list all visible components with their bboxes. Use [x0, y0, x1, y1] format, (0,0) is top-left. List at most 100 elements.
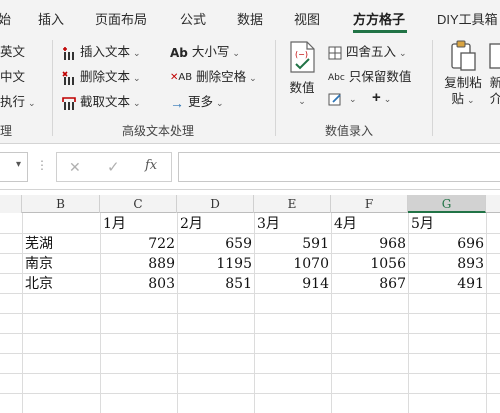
case-label: 大小写	[191, 45, 230, 59]
text-group-label: 高级文本处理	[122, 124, 195, 138]
execute-button[interactable]: 执行 ⌄	[0, 91, 36, 110]
active-tab-indicator	[353, 30, 407, 33]
chevron-down-icon: ⌄	[133, 48, 141, 58]
tab-formulas[interactable]: 公式	[180, 9, 206, 28]
plus-dropdown-button[interactable]: + ⌄	[372, 89, 391, 106]
copy-paste-label: 复制粘	[444, 76, 482, 90]
group-separator	[52, 40, 53, 136]
cell-g1-month[interactable]: 5月	[411, 214, 434, 234]
extract-text-label: 截取文本	[80, 95, 131, 109]
cell-value[interactable]: 1070	[254, 254, 329, 274]
chevron-down-icon: ⌄	[349, 94, 357, 104]
insert-text-icon	[63, 46, 74, 60]
cell-d1-month[interactable]: 2月	[180, 214, 203, 234]
case-button[interactable]: Ab 大小写 ⌄	[170, 41, 240, 60]
column-header-row: B C D E F G	[0, 195, 500, 213]
chinese-button[interactable]: 中文	[0, 66, 25, 85]
cell-value[interactable]: 893	[408, 254, 484, 274]
column-header-h[interactable]	[486, 195, 500, 213]
keep-numbers-label: 只保留数值	[348, 70, 412, 84]
delete-text-button[interactable]: 删除文本 ⌄	[62, 66, 141, 85]
insert-text-button[interactable]: 插入文本 ⌄	[62, 41, 141, 60]
cell-value[interactable]: 659	[177, 234, 252, 254]
tab-fangfanggezi[interactable]: 方方格子	[353, 9, 405, 28]
remove-spaces-button[interactable]: ✕AB 删除空格 ⌄	[170, 66, 257, 85]
plus-icon: +	[372, 89, 381, 106]
chevron-down-icon: ⌄	[399, 48, 407, 58]
tab-diy-toolbox[interactable]: DIY工具箱	[437, 9, 498, 28]
column-header-c[interactable]: C	[100, 195, 177, 213]
tab-insert[interactable]: 插入	[38, 9, 64, 28]
cell-value[interactable]: 1056	[331, 254, 406, 274]
name-box[interactable]: ▾	[0, 152, 28, 182]
formula-bar-grip-icon[interactable]: ⋮	[36, 158, 48, 172]
column-header-b[interactable]: B	[22, 195, 100, 213]
extract-text-icon	[62, 96, 76, 110]
namebox-dropdown-icon[interactable]: ▾	[16, 159, 21, 170]
cell-e1-month[interactable]: 3月	[257, 214, 280, 234]
numeric-value-icon: (−)	[290, 41, 315, 73]
ribbon-panel: 英文 中文 执行 ⌄ 理 插入文本 ⌄ 删除文本 ⌄ 截取文本 ⌄ Ab 大小写 ⌄ ✕AB…	[0, 36, 500, 144]
cell-value[interactable]: 968	[331, 234, 406, 254]
cell-value[interactable]: 889	[100, 254, 175, 274]
copy-paste-button[interactable]: 复制粘 贴 ⌄	[440, 40, 486, 108]
numeric-value-label: 数值	[289, 81, 315, 95]
new-label-2: 介	[489, 92, 500, 106]
row-header-corner[interactable]	[0, 195, 22, 213]
spreadsheet-grid: B C D E F G 1月 2月 3月 4月 5月 芜湖 722 659 59…	[0, 195, 500, 413]
cell-city[interactable]: 南京	[25, 254, 53, 274]
cancel-icon[interactable]: ✕	[69, 159, 81, 176]
column-header-f[interactable]: F	[331, 195, 408, 213]
clipboard-icon	[451, 40, 476, 71]
cell-value[interactable]: 914	[254, 274, 329, 294]
new-button[interactable]: 新 介	[486, 40, 500, 107]
chevron-down-icon: ⌄	[249, 73, 257, 83]
cell-city[interactable]: 芜湖	[25, 234, 53, 254]
tab-view[interactable]: 视图	[294, 9, 320, 28]
group-separator	[275, 40, 276, 136]
keep-numbers-button[interactable]: Abc 只保留数值	[328, 66, 411, 85]
cell-value[interactable]: 851	[177, 274, 252, 294]
cell-value[interactable]: 696	[408, 234, 484, 254]
round-button[interactable]: 四舍五入 ⌄	[328, 41, 407, 60]
round-label: 四舍五入	[346, 45, 397, 59]
remove-spaces-label: 删除空格	[196, 70, 247, 84]
extract-text-button[interactable]: 截取文本 ⌄	[62, 91, 141, 110]
more-button[interactable]: → 更多 ⌄	[170, 91, 224, 111]
tab-data[interactable]: 数据	[237, 9, 263, 28]
enter-icon[interactable]: ✓	[107, 158, 120, 176]
numeric-group-label: 数值录入	[325, 124, 374, 138]
copy-paste-label-2: 贴 ⌄	[451, 92, 475, 106]
cell-value[interactable]: 1195	[177, 254, 252, 274]
chevron-down-icon: ⌄	[133, 98, 141, 108]
delete-text-label: 删除文本	[80, 70, 131, 84]
execute-label: 执行	[0, 95, 26, 109]
column-header-d[interactable]: D	[177, 195, 254, 213]
cell-c1-month[interactable]: 1月	[103, 214, 126, 234]
formula-input[interactable]	[178, 152, 500, 182]
english-button[interactable]: 英文	[0, 41, 25, 60]
column-header-g[interactable]: G	[408, 195, 486, 213]
cell-f1-month[interactable]: 4月	[334, 214, 357, 234]
cell-value[interactable]: 722	[100, 234, 175, 254]
edit-dropdown-button[interactable]: ⌄	[328, 91, 357, 106]
arrow-right-icon: →	[170, 94, 184, 111]
group-separator	[432, 40, 433, 136]
keep-numbers-icon: Abc	[328, 72, 345, 83]
column-header-e[interactable]: E	[254, 195, 331, 213]
cell-value[interactable]: 867	[331, 274, 406, 294]
tab-page-layout[interactable]: 页面布局	[95, 9, 147, 28]
cell-value[interactable]: 803	[100, 274, 175, 294]
chevron-down-icon: ⌄	[216, 98, 224, 108]
svg-text:(−): (−)	[295, 50, 308, 59]
cell-city[interactable]: 北京	[25, 274, 53, 294]
grid-line	[0, 353, 500, 354]
round-icon	[328, 46, 342, 60]
insert-function-icon[interactable]: fx	[145, 158, 157, 173]
cell-value[interactable]: 491	[408, 274, 484, 294]
new-document-icon	[489, 43, 500, 69]
grid-line	[0, 393, 500, 394]
tab-home[interactable]: 始	[0, 9, 11, 28]
cell-value[interactable]: 591	[254, 234, 329, 254]
numeric-value-button[interactable]: (−) 数值 ⌄	[284, 40, 320, 106]
